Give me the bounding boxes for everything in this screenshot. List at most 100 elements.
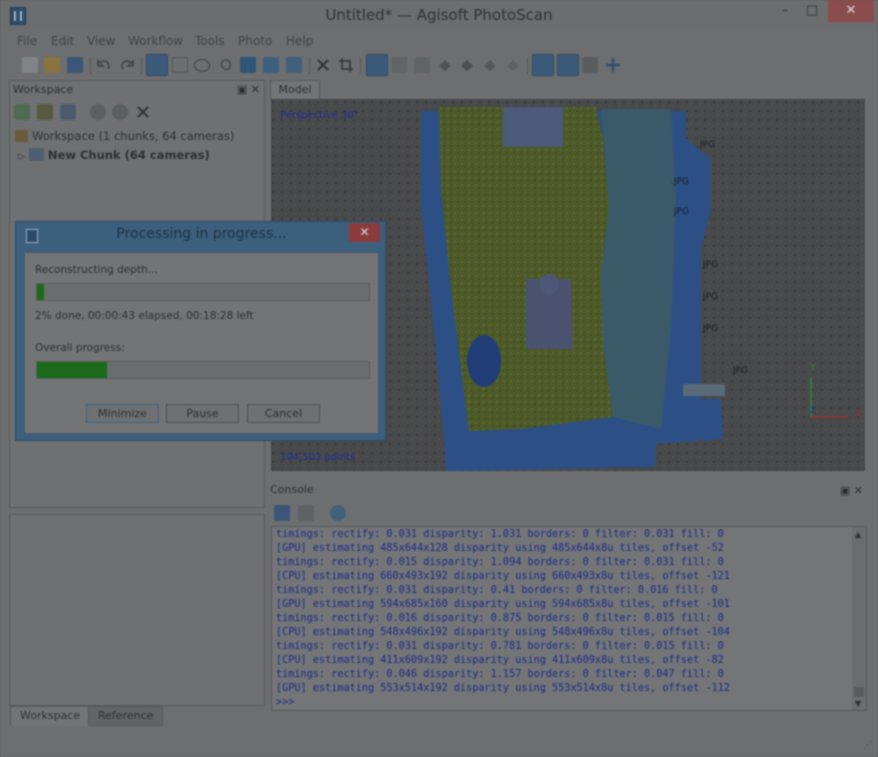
tree-workspace-root[interactable]: Workspace (1 chunks, 64 cameras) (15, 129, 234, 143)
enable-cameras-icon[interactable] (90, 104, 106, 120)
menu-tools[interactable]: Tools (195, 34, 225, 48)
add-folder-icon[interactable] (60, 104, 76, 120)
reset-view-icon[interactable] (605, 57, 621, 73)
run-script-icon[interactable] (330, 505, 346, 521)
menu-edit[interactable]: Edit (51, 34, 74, 48)
pause-button[interactable]: Pause (166, 404, 239, 423)
console-output[interactable]: timings: rectify: 0.031 disparity: 1.031… (271, 526, 867, 711)
show-cameras-icon[interactable] (532, 54, 554, 76)
tab-model[interactable]: Model (270, 80, 320, 100)
tree-new-chunk[interactable]: ▷ New Chunk (64 cameras) (18, 148, 210, 162)
expand-arrow-icon[interactable]: ▷ (18, 152, 25, 162)
solid-view-icon[interactable] (459, 57, 475, 73)
resize-grip-icon[interactable]: ⋰ (863, 741, 872, 751)
new-file-icon[interactable] (22, 57, 38, 73)
axis-z-label: Z (810, 406, 817, 416)
dialog-title: Processing in progress... (116, 226, 287, 242)
title-bar: Untitled* — Agisoft PhotoScan – □ ✕ (0, 0, 878, 30)
crop-selection-icon[interactable] (338, 57, 354, 73)
disable-cameras-icon[interactable] (112, 104, 128, 120)
menu-file[interactable]: File (17, 34, 37, 48)
camera-label: JPG (674, 207, 690, 217)
cancel-button[interactable]: Cancel (247, 404, 320, 423)
camera-label: JPG (703, 260, 719, 270)
dialog-close-button[interactable]: ✕ (349, 223, 380, 242)
log-line: timings: rectify: 0.016 disparity: 0.875… (276, 613, 724, 624)
tab-reference[interactable]: Reference (88, 706, 164, 726)
minimize-window-button[interactable]: – (770, 0, 800, 22)
console-scrollbar[interactable]: ▲ ▼ (852, 527, 866, 710)
mesh-view-icon[interactable] (414, 57, 430, 73)
log-line: timings: rectify: 0.031 disparity: 0.781… (276, 641, 724, 652)
camera-label: .JPG (697, 140, 715, 150)
circle-selection-icon[interactable] (194, 59, 210, 72)
log-line: [GPU] estimating 485x644x128 disparity u… (276, 543, 724, 554)
delete-selection-icon[interactable] (315, 57, 331, 73)
main-toolbar (0, 52, 878, 78)
show-region-icon[interactable] (582, 57, 598, 73)
camera-label: JPG (703, 324, 719, 334)
minimize-button[interactable]: Minimize (86, 404, 159, 423)
properties-panel (9, 514, 265, 706)
stage-label: Reconstructing depth... (35, 264, 158, 276)
console-dock-buttons[interactable]: ▣ ✕ (840, 484, 863, 497)
tab-workspace[interactable]: Workspace (10, 706, 91, 726)
processing-dialog: Processing in progress... ✕ Reconstructi… (15, 221, 386, 441)
add-photos-icon[interactable] (37, 104, 53, 120)
point-count-label: 104,503 points (280, 452, 356, 463)
scroll-down-icon[interactable]: ▼ (855, 699, 861, 708)
menu-help[interactable]: Help (286, 34, 313, 48)
workspace-panel-title: Workspace (13, 83, 74, 96)
maximize-window-button[interactable]: □ (797, 0, 827, 22)
dense-cloud-view-icon[interactable] (391, 57, 407, 73)
add-chunk-icon[interactable] (14, 104, 30, 120)
rectangle-selection-icon[interactable] (172, 57, 188, 73)
menu-photo[interactable]: Photo (238, 34, 272, 48)
shaded-view-icon[interactable] (437, 57, 453, 73)
axis-x-label: X (855, 410, 862, 420)
console-title: Console (270, 483, 314, 496)
resize-region-icon[interactable] (263, 57, 279, 73)
log-line: [CPU] estimating 548x496x192 disparity u… (276, 627, 730, 638)
camera-label: JPG (703, 292, 719, 302)
new-chunk-label: New Chunk (64 cameras) (47, 148, 210, 162)
dialog-body: Reconstructing depth... 2% done, 00:00:4… (24, 252, 379, 434)
stage-status-text: 2% done, 00:00:43 elapsed, 00:18:28 left (35, 310, 254, 322)
view-mode-label: Perspective 30° (280, 110, 359, 121)
log-line: timings: rectify: 0.031 disparity: 1.031… (276, 529, 724, 540)
redo-icon[interactable] (119, 57, 135, 73)
wireframe-view-icon[interactable] (482, 57, 498, 73)
scroll-up-icon[interactable]: ▲ (855, 530, 861, 539)
free-form-selection-icon[interactable] (218, 57, 234, 73)
scroll-thumb[interactable] (854, 687, 864, 697)
move-region-icon[interactable] (240, 57, 256, 73)
log-line: [GPU] estimating 553x514x192 disparity u… (276, 683, 730, 694)
photoscan-window: Untitled* — Agisoft PhotoScan – □ ✕ File… (0, 0, 878, 757)
console-prompt[interactable]: >>> (276, 697, 294, 708)
save-log-icon[interactable] (274, 505, 290, 521)
log-line: timings: rectify: 0.031 disparity: 0.41 … (276, 585, 718, 596)
stage-progress-bar (36, 283, 370, 301)
log-line: timings: rectify: 0.046 disparity: 1.157… (276, 669, 724, 680)
overall-progress-fill (37, 362, 107, 378)
textured-view-icon[interactable] (505, 57, 521, 73)
show-markers-icon[interactable] (557, 54, 579, 76)
camera-label: .JPG (671, 177, 689, 187)
clear-log-icon[interactable] (298, 505, 314, 521)
workspace-dock-buttons[interactable]: ▣ ✕ (237, 83, 260, 96)
open-folder-icon[interactable] (44, 57, 60, 73)
workspace-toolbar (10, 99, 264, 123)
rotate-region-icon[interactable] (286, 57, 302, 73)
save-icon[interactable] (67, 57, 83, 73)
menu-workflow[interactable]: Workflow (128, 34, 183, 48)
point-cloud-view-icon[interactable] (366, 54, 388, 76)
camera-label: JPG (733, 366, 749, 376)
chunk-icon (28, 148, 44, 161)
navigation-tool-icon[interactable] (146, 54, 168, 76)
remove-items-icon[interactable] (135, 104, 151, 120)
log-line: [CPU] estimating 660x493x192 disparity u… (276, 571, 730, 582)
undo-icon[interactable] (96, 57, 112, 73)
workspace-icon (15, 130, 28, 142)
menu-view[interactable]: View (87, 34, 115, 48)
close-window-button[interactable]: ✕ (828, 0, 874, 22)
